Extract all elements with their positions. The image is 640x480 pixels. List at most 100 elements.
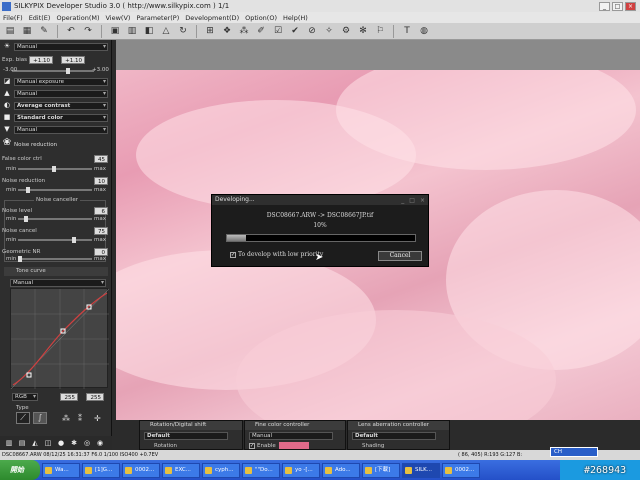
taskbar-item[interactable]: [下載]: [362, 462, 400, 478]
pick-icon[interactable]: ✛: [94, 414, 101, 423]
dialog-minimize-icon[interactable]: _: [401, 196, 404, 206]
taskbar: 開始 Wa... [1]G... 0002... EXC... cyph... …: [0, 460, 640, 480]
undo-icon[interactable]: ↶: [65, 25, 77, 37]
checkbox-icon[interactable]: ✓: [230, 251, 236, 258]
copy-param-icon[interactable]: ❖: [221, 25, 233, 37]
lens-icon[interactable]: ◉: [95, 439, 105, 448]
enable-checkbox[interactable]: ✓: [249, 443, 255, 449]
exposure-mode-select[interactable]: Manual exposure: [14, 77, 108, 86]
dialog-close-icon[interactable]: ×: [420, 196, 425, 206]
tone-curve-graph[interactable]: [10, 288, 110, 390]
channel-input-1[interactable]: 255: [60, 393, 78, 401]
curve-spline-icon[interactable]: ∫: [33, 412, 47, 424]
open-folder-icon[interactable]: ▤: [4, 25, 16, 37]
curve-linear-icon[interactable]: ⟋: [16, 412, 30, 424]
sphere-icon[interactable]: ●: [56, 439, 66, 448]
star-icon[interactable]: ✱: [69, 439, 79, 448]
sharpness-select[interactable]: Manual: [14, 125, 108, 134]
false-color-input[interactable]: 45: [94, 154, 108, 163]
noise-cancel-slider[interactable]: [18, 237, 92, 243]
cancel-button[interactable]: Cancel: [378, 251, 422, 261]
view-compare-icon[interactable]: ◧: [143, 25, 155, 37]
geometric-nr-input[interactable]: 0: [94, 247, 108, 256]
reset-icon[interactable]: ⁑: [78, 414, 82, 423]
taskbar-item[interactable]: EXC...: [162, 462, 200, 478]
tone-curve-select[interactable]: Manual: [10, 279, 106, 287]
levels-icon[interactable]: ▤: [17, 439, 27, 448]
color-select[interactable]: Standard color: [14, 113, 108, 122]
taskbar-item[interactable]: [1]G...: [82, 462, 120, 478]
taskbar-item[interactable]: 0002...: [122, 462, 160, 478]
menu-file[interactable]: File(F): [3, 14, 23, 22]
gear-icon[interactable]: ⚙: [340, 25, 352, 37]
paste-param-icon[interactable]: ⁂: [238, 25, 250, 37]
menu-option[interactable]: Option(O): [245, 14, 277, 22]
menu-parameter[interactable]: Parameter(P): [136, 14, 179, 22]
geometric-nr-slider[interactable]: [18, 256, 92, 262]
exp-bias-input[interactable]: +1.10: [28, 55, 53, 64]
exp-bias-input-2[interactable]: +1.10: [60, 55, 85, 64]
dialog-maximize-icon[interactable]: □: [409, 196, 415, 206]
low-priority-checkbox[interactable]: ✓ To develop with low priority: [230, 251, 323, 258]
taskbar-item[interactable]: yo -[...: [282, 462, 320, 478]
close-button[interactable]: ×: [625, 1, 636, 11]
histogram-toggle-icon[interactable]: ▥: [4, 439, 14, 448]
start-button[interactable]: 開始: [0, 460, 40, 480]
fan-icon[interactable]: ✻: [357, 25, 369, 37]
taskbar-item[interactable]: Wa...: [42, 462, 80, 478]
palette-icon[interactable]: ◍: [418, 25, 430, 37]
taskbar-item-active[interactable]: SILK...: [402, 462, 440, 478]
maximize-button[interactable]: □: [612, 1, 623, 11]
noise-level-input[interactable]: 6: [94, 206, 108, 215]
max-label: max: [94, 166, 106, 172]
redo-icon[interactable]: ↷: [82, 25, 94, 37]
tag-icon[interactable]: ⚐: [374, 25, 386, 37]
mark-icon[interactable]: ✔: [289, 25, 301, 37]
brush-icon[interactable]: ✐: [255, 25, 267, 37]
exposure-icon: ◪: [3, 77, 11, 85]
histogram-icon[interactable]: ⁂: [62, 414, 70, 423]
taskbar-item[interactable]: cyph...: [202, 462, 240, 478]
crop-icon[interactable]: ◫: [43, 439, 53, 448]
language-bar[interactable]: CH: [550, 447, 598, 457]
minimize-button[interactable]: _: [599, 1, 610, 11]
lens-preset-select[interactable]: Default: [352, 432, 436, 440]
color-swatch[interactable]: [279, 442, 309, 449]
menu-edit[interactable]: Edit(E): [29, 14, 51, 22]
text-icon[interactable]: T: [401, 25, 413, 37]
highlight-icon[interactable]: ◭: [30, 439, 40, 448]
contrast-select[interactable]: Average contrast: [14, 101, 108, 110]
develop-icon[interactable]: ✎: [38, 25, 50, 37]
wb-preset-select[interactable]: Manual: [14, 42, 108, 51]
menu-development[interactable]: Development(D): [185, 14, 239, 22]
fine-color-preset-select[interactable]: Manual: [249, 432, 333, 440]
nr-slider[interactable]: [18, 187, 92, 193]
rotation-preset-select[interactable]: Default: [144, 432, 228, 440]
noise-cancel-input[interactable]: 75: [94, 226, 108, 235]
grid-icon[interactable]: ⊞: [204, 25, 216, 37]
save-icon[interactable]: ▦: [21, 25, 33, 37]
noise-level-slider[interactable]: [18, 216, 92, 222]
false-color-slider[interactable]: [18, 166, 92, 172]
taskbar-item[interactable]: ""Do...: [242, 462, 280, 478]
menu-operation[interactable]: Operation(M): [56, 14, 99, 22]
rotate-icon[interactable]: ◎: [82, 439, 92, 448]
exp-bias-slider[interactable]: [12, 68, 94, 74]
menu-view[interactable]: View(V): [106, 14, 131, 22]
view-single-icon[interactable]: ▣: [109, 25, 121, 37]
min-label: min: [6, 256, 17, 262]
menu-help[interactable]: Help(H): [283, 14, 308, 22]
nr-input[interactable]: 10: [94, 176, 108, 185]
check-icon[interactable]: ☑: [272, 25, 284, 37]
star-icon[interactable]: ✧: [323, 25, 335, 37]
tone-select[interactable]: Manual: [14, 89, 108, 98]
channel-select[interactable]: RGB: [12, 393, 38, 401]
taskbar-item[interactable]: 0002...: [442, 462, 480, 478]
delete-icon[interactable]: ⊘: [306, 25, 318, 37]
window-title: SILKYPIX Developer Studio 3.0 ( http://w…: [14, 2, 230, 10]
warning-icon[interactable]: △: [160, 25, 172, 37]
view-thumbnail-icon[interactable]: ▥: [126, 25, 138, 37]
channel-input-2[interactable]: 255: [86, 393, 104, 401]
rotate-icon[interactable]: ↻: [177, 25, 189, 37]
taskbar-item[interactable]: Ado...: [322, 462, 360, 478]
